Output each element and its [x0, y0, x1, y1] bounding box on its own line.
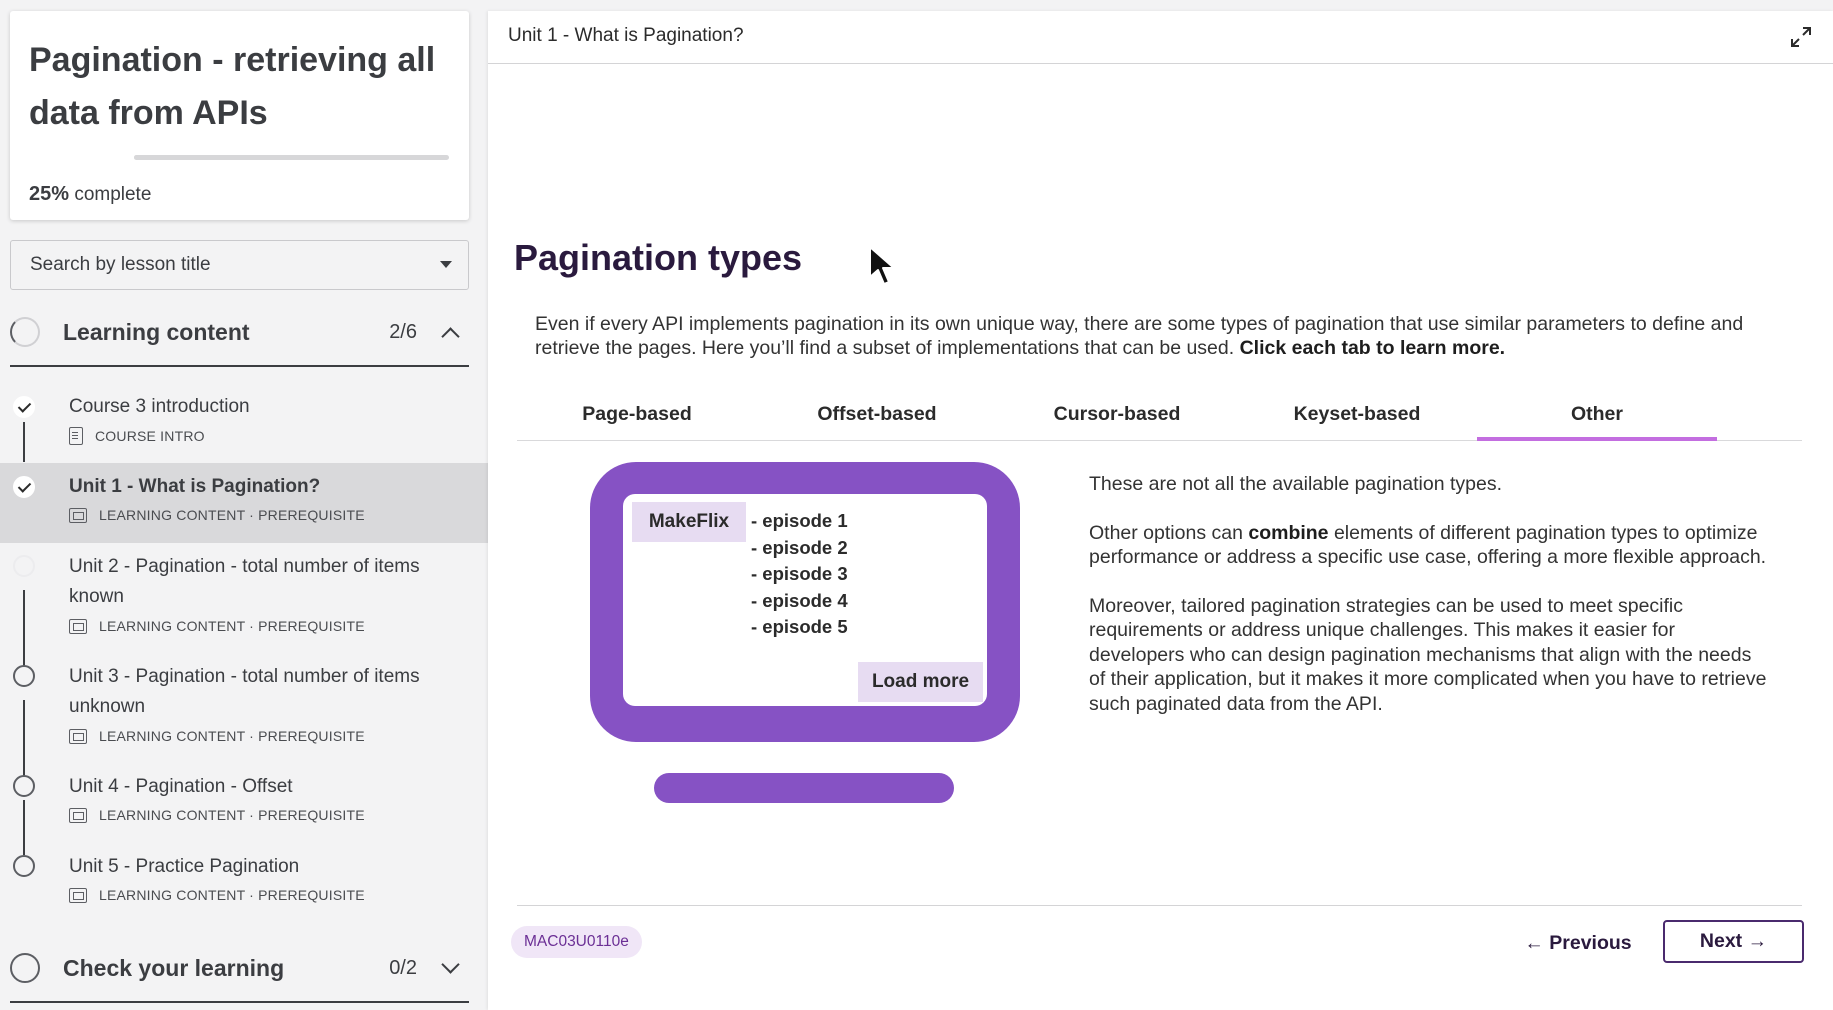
intro-instruction: Click each tab to learn more. — [1239, 337, 1506, 359]
course-progress-fill — [134, 155, 213, 160]
presentation-icon — [69, 618, 87, 634]
section-divider — [10, 1001, 469, 1003]
section-count: 2/6 — [389, 320, 417, 343]
lesson-header-title: Unit 1 - What is Pagination? — [508, 25, 744, 46]
lesson-meta: LEARNING CONTENT · PREREQUISITE — [69, 618, 365, 634]
expand-fullscreen-icon[interactable] — [1789, 25, 1813, 49]
mouse-pointer-icon — [869, 246, 895, 285]
episode-item: - episode 5 — [751, 616, 848, 638]
presentation-icon — [69, 507, 87, 523]
episode-item: - episode 3 — [751, 563, 848, 585]
section-heading: Pagination types — [514, 237, 803, 278]
lesson-meta: LEARNING CONTENT · PREREQUISITE — [69, 887, 365, 903]
section-count: 0/2 — [389, 956, 417, 979]
tab-content-explanation: These are not all the available paginati… — [1089, 472, 1769, 740]
next-button[interactable]: Next → — [1663, 920, 1804, 963]
section-progress-ring-icon — [10, 317, 40, 347]
tab-cursor-based[interactable]: Cursor-based — [997, 384, 1237, 441]
pagination-type-tabs: Page-based Offset-based Cursor-based Key… — [517, 384, 1802, 441]
lesson-title: Unit 1 - What is Pagination? — [69, 476, 321, 497]
lesson-item[interactable]: Unit 3 - Pagination - total number of it… — [0, 653, 488, 763]
course-progress-text: 25% complete — [29, 183, 151, 206]
content-code-badge: MAC03U0110e — [511, 926, 642, 958]
explanation-paragraph-3: Moreover, tailored pagination strategies… — [1089, 594, 1767, 715]
lesson-item-active[interactable]: Unit 1 - What is Pagination? LEARNING CO… — [0, 463, 488, 543]
monitor-stand-illustration — [654, 773, 954, 803]
progress-percent: 25% — [29, 183, 70, 205]
section-progress-ring-icon — [10, 953, 40, 983]
presentation-icon — [69, 887, 87, 903]
episode-list: - episode 1 - episode 2 - episode 3 - ep… — [751, 508, 848, 641]
presentation-icon — [69, 728, 87, 744]
search-placeholder: Search by lesson title — [30, 254, 211, 275]
not-started-circle-icon — [13, 775, 35, 797]
lesson-header: Unit 1 - What is Pagination? — [488, 11, 1833, 64]
not-started-circle-icon — [13, 665, 35, 687]
progress-suffix: complete — [74, 184, 152, 205]
not-started-circle-icon — [13, 555, 35, 577]
explanation-paragraph-1: These are not all the available paginati… — [1089, 473, 1503, 495]
section-label: Learning content — [63, 318, 250, 345]
document-icon — [69, 427, 83, 445]
tab-page-based[interactable]: Page-based — [517, 384, 757, 441]
episode-item: - episode 4 — [751, 589, 848, 611]
course-card: Pagination - retrieving all data from AP… — [10, 11, 469, 220]
chevron-up-icon[interactable] — [441, 326, 460, 346]
completed-check-icon — [13, 396, 35, 418]
tab-keyset-based[interactable]: Keyset-based — [1237, 384, 1477, 441]
not-started-circle-icon — [13, 855, 35, 877]
lesson-meta-text: LEARNING CONTENT · PREREQUISITE — [99, 507, 365, 523]
caret-down-icon — [440, 261, 452, 268]
lesson-content-panel: Unit 1 - What is Pagination? Pagination … — [488, 11, 1833, 1010]
monitor-illustration: MakeFlix - episode 1 - episode 2 - episo… — [590, 462, 1020, 742]
lesson-meta: COURSE INTRO — [69, 427, 205, 445]
lesson-item[interactable]: Unit 5 - Practice Pagination LEARNING CO… — [0, 843, 488, 923]
lesson-meta: LEARNING CONTENT · PREREQUISITE — [69, 507, 365, 523]
section-divider — [10, 365, 469, 367]
load-more-illustration-button: Load more — [858, 662, 983, 702]
chevron-down-icon[interactable] — [441, 954, 460, 974]
lesson-title: Unit 3 - Pagination - total number of it… — [69, 666, 420, 717]
lesson-meta-text: LEARNING CONTENT · PREREQUISITE — [99, 807, 365, 823]
course-title: Pagination - retrieving all data from AP… — [29, 41, 436, 132]
lesson-meta-text: LEARNING CONTENT · PREREQUISITE — [99, 618, 365, 634]
lesson-title: Course 3 introduction — [69, 396, 250, 417]
section-learning-content[interactable]: Learning content 2/6 — [10, 301, 469, 363]
explanation-p2-bold: combine — [1248, 521, 1329, 544]
course-sidebar: Pagination - retrieving all data from AP… — [0, 0, 488, 1010]
monitor-screen: MakeFlix - episode 1 - episode 2 - episo… — [623, 494, 987, 706]
presentation-icon — [69, 807, 87, 823]
completed-check-icon — [13, 476, 35, 498]
intro-paragraph: Even if every API implements pagination … — [535, 312, 1775, 360]
footer-divider — [517, 905, 1802, 906]
previous-button[interactable]: ← Previous — [1518, 922, 1638, 964]
lesson-meta: LEARNING CONTENT · PREREQUISITE — [69, 807, 365, 823]
section-label: Check your learning — [63, 954, 285, 981]
lesson-item[interactable]: Unit 4 - Pagination - Offset LEARNING CO… — [0, 763, 488, 843]
tab-other[interactable]: Other — [1477, 384, 1717, 441]
tab-offset-based[interactable]: Offset-based — [757, 384, 997, 441]
lesson-title: Unit 2 - Pagination - total number of it… — [69, 556, 420, 607]
lesson-title: Unit 5 - Practice Pagination — [69, 856, 300, 877]
lesson-meta-text: LEARNING CONTENT · PREREQUISITE — [99, 887, 365, 903]
explanation-paragraph-2: Other options can combine elements of di… — [1089, 521, 1769, 570]
lesson-title: Unit 4 - Pagination - Offset — [69, 776, 293, 797]
makeflix-logo-label: MakeFlix — [632, 502, 746, 542]
episode-item: - episode 1 — [751, 510, 848, 531]
explanation-p2-before: Other options can — [1089, 521, 1249, 544]
lesson-meta: LEARNING CONTENT · PREREQUISITE — [69, 728, 365, 744]
course-progress-bar — [134, 155, 449, 160]
intro-text: Even if every API implements pagination … — [535, 313, 1744, 359]
lesson-meta-text: LEARNING CONTENT · PREREQUISITE — [99, 728, 365, 744]
lesson-search-dropdown[interactable]: Search by lesson title — [10, 240, 469, 290]
lesson-item[interactable]: Course 3 introduction COURSE INTRO — [0, 383, 488, 463]
section-check-your-learning[interactable]: Check your learning 0/2 — [10, 937, 469, 999]
episode-item: - episode 2 — [751, 536, 848, 558]
lesson-item[interactable]: Unit 2 - Pagination - total number of it… — [0, 543, 488, 653]
lesson-meta-text: COURSE INTRO — [95, 428, 205, 444]
